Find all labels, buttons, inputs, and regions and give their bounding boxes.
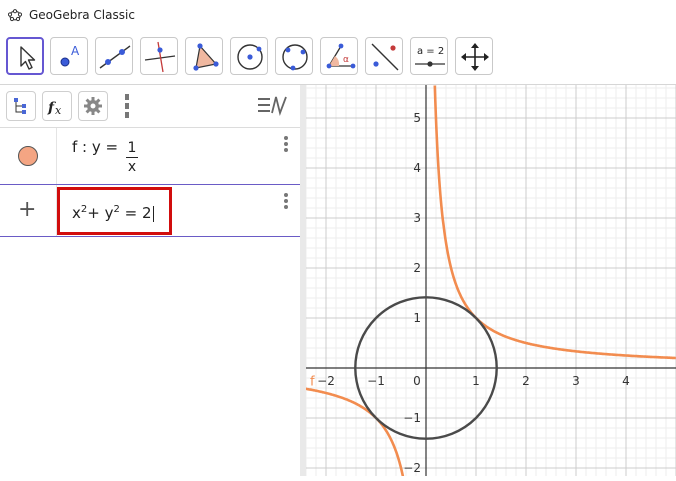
algebra-input-field[interactable]: x2+ y2 = 2: [57, 187, 172, 235]
function-label-f: f: [310, 375, 315, 390]
angle-tool-label: α: [343, 55, 349, 65]
function-expression: y =: [91, 138, 119, 156]
add-item-icon[interactable]: +: [18, 197, 36, 222]
polygon-tool-button[interactable]: [185, 37, 223, 75]
algebra-description-button[interactable]: f x: [42, 91, 72, 121]
slider-tool-label: a = 2: [417, 46, 444, 57]
y-tick-label: 1: [413, 311, 421, 325]
circle-center-icon: [237, 44, 263, 70]
fraction-bar: [126, 157, 138, 158]
reflect-line-icon: [371, 43, 399, 71]
input-expression[interactable]: x2+ y2 = 2: [72, 204, 154, 222]
gear-icon: [84, 97, 102, 115]
circle-three-points-icon: [282, 44, 308, 71]
function-fraction: 1 x: [126, 140, 138, 175]
y-tick-label: −1: [403, 411, 421, 425]
angle-icon: α: [326, 43, 356, 69]
polygon-icon: [193, 43, 219, 71]
x-tick-label: 2: [522, 374, 530, 388]
x-tick-label: 4: [622, 374, 630, 388]
svg-text:x: x: [55, 104, 62, 117]
x-tick-label: −1: [367, 374, 385, 388]
row-options-icon[interactable]: [284, 136, 288, 154]
algebra-view: f x f: y = 1 x + x2+ y2 = 2: [0, 85, 300, 476]
fraction-denominator: x: [127, 159, 137, 175]
main-toolbar: A α a = 2: [0, 32, 676, 85]
algebra-row-f[interactable]: f : y = 1 x: [0, 127, 300, 185]
function-definition: f : y =: [72, 138, 119, 156]
x-tick-label: 3: [572, 374, 580, 388]
cursor-arrow-icon: [20, 46, 36, 70]
visibility-toggle-marble[interactable]: [18, 146, 38, 166]
circle-three-points-tool-button[interactable]: [275, 37, 313, 75]
point-tool-label: A: [71, 44, 80, 58]
perspectives-icon[interactable]: [256, 93, 290, 119]
fx-icon: f x: [47, 100, 62, 117]
x-tick-label: 0: [413, 374, 421, 388]
line-icon: [99, 45, 131, 69]
tree-view-icon: [14, 98, 26, 114]
function-name: f: [72, 138, 78, 156]
line-tool-button[interactable]: [95, 37, 133, 75]
algebra-menu-icon[interactable]: [124, 94, 130, 118]
perpendicular-line-icon: [144, 41, 176, 73]
row-options-icon[interactable]: [284, 193, 288, 211]
point-tool-button[interactable]: A: [50, 37, 88, 75]
window-title: GeoGebra Classic: [29, 8, 135, 22]
y-tick-label: −2: [403, 461, 421, 475]
graphics-canvas[interactable]: −2 −1 0 1 2 3 454321−1−2f: [295, 85, 676, 481]
move-arrows-icon: [461, 43, 489, 71]
move-graphics-tool-button[interactable]: [455, 37, 493, 75]
text-caret: [152, 205, 154, 222]
hyperbola-branch-positive: [433, 85, 676, 360]
perpendicular-tool-button[interactable]: [140, 37, 178, 75]
y-tick-label: 3: [413, 211, 421, 225]
slider-tool-button[interactable]: a = 2: [410, 37, 448, 75]
row-left-column: [0, 128, 57, 184]
algebra-toolbar: f x: [0, 85, 300, 127]
point-icon: A: [60, 44, 80, 67]
y-tick-label: 4: [413, 161, 421, 175]
graphics-view[interactable]: −2 −1 0 1 2 3 4 5 4 3 2 1 −1 −2 f: [295, 85, 676, 481]
x-tick-label: 1: [472, 374, 480, 388]
row-left-column: +: [0, 185, 57, 236]
x-tick-label: −2: [317, 374, 335, 388]
algebra-settings-button[interactable]: [78, 91, 108, 121]
auxiliary-objects-button[interactable]: [6, 91, 36, 121]
move-tool-button[interactable]: [6, 37, 44, 75]
geogebra-logo-icon: [8, 9, 22, 22]
circle-center-point-tool-button[interactable]: [230, 37, 268, 75]
slider-icon: a = 2: [415, 46, 445, 67]
title-bar: GeoGebra Classic: [0, 0, 676, 32]
angle-tool-button[interactable]: α: [320, 37, 358, 75]
fraction-numerator: 1: [127, 140, 137, 156]
reflect-tool-button[interactable]: [365, 37, 403, 75]
hyperbola-branch-negative: [295, 385, 406, 481]
y-tick-label: 2: [413, 261, 421, 275]
y-tick-label: 5: [413, 111, 421, 125]
